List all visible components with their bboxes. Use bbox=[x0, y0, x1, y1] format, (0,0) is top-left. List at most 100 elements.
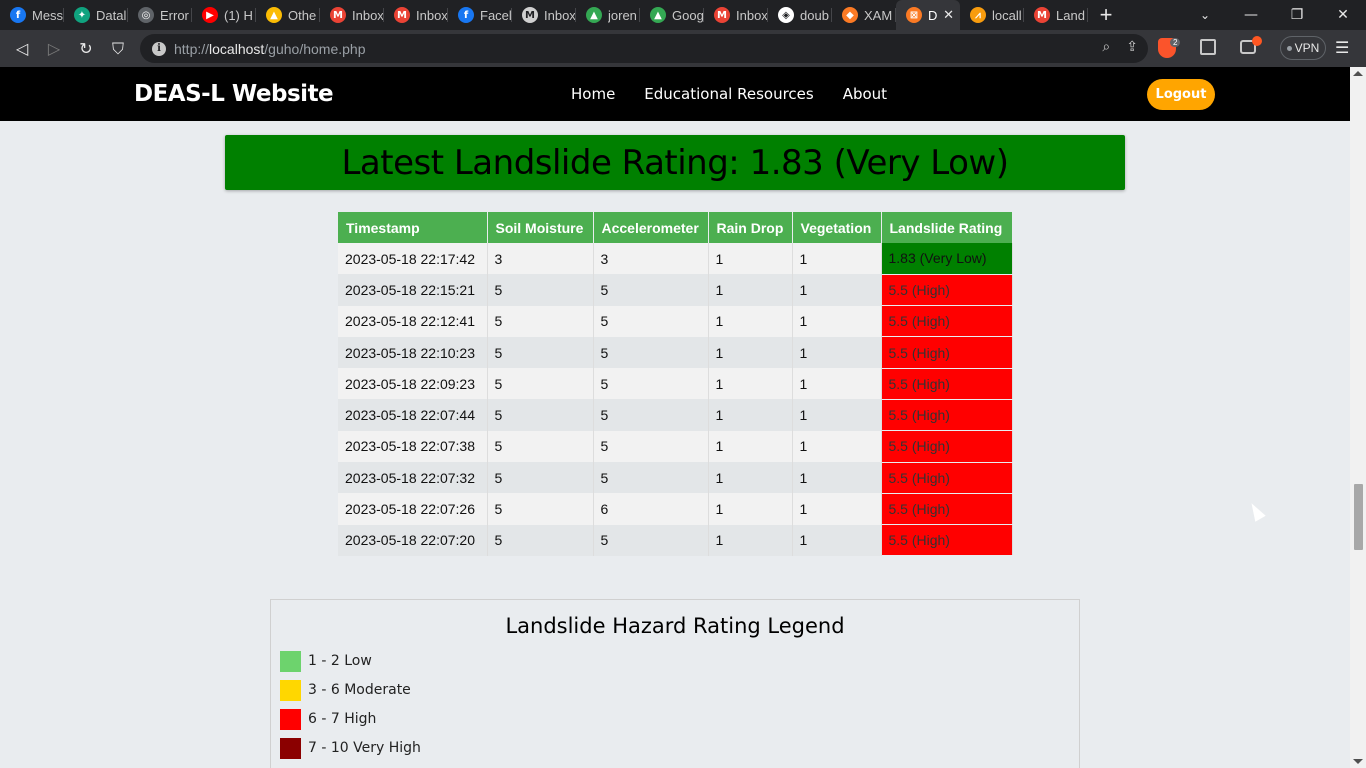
cell-timestamp: 2023-05-18 22:09:23 bbox=[338, 368, 488, 400]
browser-tab[interactable]: M Inbox bbox=[704, 0, 768, 30]
forward-icon[interactable]: ▷ bbox=[38, 33, 70, 65]
browser-tab[interactable]: ▲ Goog bbox=[640, 0, 704, 30]
address-bar[interactable]: i http://localhost/guho/home.php ⌕ ⇪ bbox=[140, 34, 1148, 63]
cell-vegetation: 1 bbox=[792, 430, 882, 463]
header-vegetation: Vegetation bbox=[792, 212, 882, 243]
browser-tab-title: Land bbox=[1056, 7, 1085, 23]
xampp-icon: ⊠ bbox=[906, 7, 922, 23]
cell-accelerometer: 5 bbox=[593, 305, 709, 337]
browser-tab-title: XAM bbox=[864, 7, 893, 23]
close-window-icon[interactable]: ✕ bbox=[1320, 0, 1366, 30]
browser-tab[interactable]: ⊠ D ✕ bbox=[896, 0, 960, 30]
wallet-notification-dot bbox=[1252, 36, 1262, 46]
legend-swatch bbox=[280, 650, 301, 672]
cell-landslide-rating: 1.83 (Very Low) bbox=[881, 243, 1013, 275]
cell-accelerometer: 5 bbox=[593, 430, 709, 463]
table-row: 2023-05-18 22:09:23 5 5 1 1 5.5 (High) bbox=[338, 368, 1013, 400]
cell-accelerometer: 6 bbox=[593, 493, 709, 525]
cell-soil-moisture: 5 bbox=[487, 462, 594, 494]
cell-rain-drop: 1 bbox=[708, 399, 793, 431]
cell-timestamp: 2023-05-18 22:07:26 bbox=[338, 493, 488, 525]
minimize-icon[interactable]: — bbox=[1228, 0, 1274, 30]
nav-educational-resources-link[interactable]: Educational Resources bbox=[644, 85, 813, 103]
scroll-down-arrow-icon[interactable] bbox=[1353, 759, 1363, 764]
cell-vegetation: 1 bbox=[792, 336, 882, 369]
facebook-icon: f bbox=[458, 7, 474, 23]
cell-timestamp: 2023-05-18 22:12:41 bbox=[338, 305, 488, 337]
browser-tab[interactable]: ◈ doub bbox=[768, 0, 832, 30]
browser-tab-title: doub bbox=[800, 7, 829, 23]
browser-tab-title: Othe bbox=[288, 7, 317, 23]
browser-toolbar: ◁ ▷ ↻ ⛉ i http://localhost/guho/home.php… bbox=[0, 30, 1366, 67]
cell-accelerometer: 5 bbox=[593, 399, 709, 431]
legend-label: 3 - 6 Moderate bbox=[308, 682, 411, 698]
share-icon[interactable]: ⇪ bbox=[1126, 39, 1138, 55]
restore-icon[interactable]: ❐ bbox=[1274, 0, 1320, 30]
cell-soil-moisture: 5 bbox=[487, 399, 594, 431]
browser-tab[interactable]: ◆ XAM bbox=[832, 0, 896, 30]
browser-tab-title: (1) H bbox=[224, 7, 253, 23]
cell-soil-moisture: 5 bbox=[487, 524, 594, 556]
browser-tab-title: Inbox bbox=[736, 7, 768, 23]
scroll-thumb[interactable] bbox=[1354, 484, 1363, 550]
cell-landslide-rating: 5.5 (High) bbox=[881, 462, 1013, 494]
gmail-icon: M bbox=[714, 7, 730, 23]
scroll-up-arrow-icon[interactable] bbox=[1353, 71, 1363, 76]
cell-timestamp: 2023-05-18 22:10:23 bbox=[338, 336, 488, 369]
table-row: 2023-05-18 22:07:38 5 5 1 1 5.5 (High) bbox=[338, 430, 1013, 463]
browser-tab[interactable]: M Inbox bbox=[320, 0, 384, 30]
legend-item: 3 - 6 Moderate bbox=[280, 679, 411, 701]
cell-vegetation: 1 bbox=[792, 305, 882, 337]
browser-tab[interactable]: M Land bbox=[1024, 0, 1088, 30]
page-scrollbar[interactable] bbox=[1350, 67, 1366, 768]
bookmark-icon[interactable]: ⛉ bbox=[102, 33, 134, 65]
cell-vegetation: 1 bbox=[792, 274, 882, 306]
browser-tab[interactable]: f Facel bbox=[448, 0, 512, 30]
browser-menu-icon[interactable]: ☰ bbox=[1335, 38, 1349, 57]
reload-icon[interactable]: ↻ bbox=[70, 33, 102, 65]
vpn-button[interactable]: VPN bbox=[1280, 36, 1326, 60]
logout-button[interactable]: Logout bbox=[1147, 79, 1215, 110]
sensor-data-table: Timestamp Soil Moisture Accelerometer Ra… bbox=[338, 212, 1013, 557]
nav-home-link[interactable]: Home bbox=[571, 85, 615, 103]
table-row: 2023-05-18 22:07:32 5 5 1 1 5.5 (High) bbox=[338, 462, 1013, 494]
browser-tab-title: Facel bbox=[480, 7, 512, 23]
gmail-icon: M bbox=[1034, 7, 1050, 23]
browser-tab[interactable]: f Mess bbox=[0, 0, 64, 30]
nav-about-link[interactable]: About bbox=[843, 85, 887, 103]
xampp-icon: ◆ bbox=[842, 7, 858, 23]
site-brand[interactable]: DEAS-L Website bbox=[134, 81, 334, 107]
cell-timestamp: 2023-05-18 22:07:20 bbox=[338, 524, 488, 556]
browser-tab[interactable]: ▶ (1) H bbox=[192, 0, 256, 30]
browser-tab[interactable]: ⩘ locall bbox=[960, 0, 1024, 30]
site-nav: Home Educational Resources About bbox=[571, 85, 916, 103]
cell-timestamp: 2023-05-18 22:07:32 bbox=[338, 462, 488, 494]
cell-soil-moisture: 5 bbox=[487, 430, 594, 463]
browser-tab-title: Goog bbox=[672, 7, 704, 23]
browser-tab[interactable]: ✦ Datal bbox=[64, 0, 128, 30]
cell-landslide-rating: 5.5 (High) bbox=[881, 524, 1013, 557]
table-row: 2023-05-18 22:07:20 5 5 1 1 5.5 (High) bbox=[338, 524, 1013, 557]
cell-accelerometer: 5 bbox=[593, 524, 709, 556]
legend-label: 6 - 7 High bbox=[308, 711, 377, 727]
zoom-icon[interactable]: ⌕ bbox=[1102, 39, 1110, 55]
browser-tab[interactable]: ◎ Error bbox=[128, 0, 192, 30]
browser-tab[interactable]: ▲ Othe bbox=[256, 0, 320, 30]
cell-soil-moisture: 5 bbox=[487, 305, 594, 337]
close-tab-icon[interactable]: ✕ bbox=[943, 7, 954, 23]
browser-tab[interactable]: M Inbox bbox=[512, 0, 576, 30]
cell-rain-drop: 1 bbox=[708, 305, 793, 337]
back-icon[interactable]: ◁ bbox=[6, 33, 38, 65]
browser-tab[interactable]: M Inbox bbox=[384, 0, 448, 30]
table-row: 2023-05-18 22:12:41 5 5 1 1 5.5 (High) bbox=[338, 305, 1013, 338]
cell-vegetation: 1 bbox=[792, 493, 882, 525]
site-info-icon[interactable]: i bbox=[152, 41, 166, 56]
cell-landslide-rating: 5.5 (High) bbox=[881, 274, 1013, 307]
tab-search-icon[interactable]: ⌄ bbox=[1190, 0, 1220, 30]
sidebar-icon[interactable] bbox=[1200, 39, 1216, 55]
browser-tab-title: D bbox=[928, 7, 938, 23]
vpn-label: VPN bbox=[1294, 41, 1320, 55]
browser-tab[interactable]: ▲ joren bbox=[576, 0, 640, 30]
url-text[interactable]: http://localhost/guho/home.php bbox=[174, 41, 366, 57]
new-tab-icon[interactable]: + bbox=[1088, 0, 1124, 30]
